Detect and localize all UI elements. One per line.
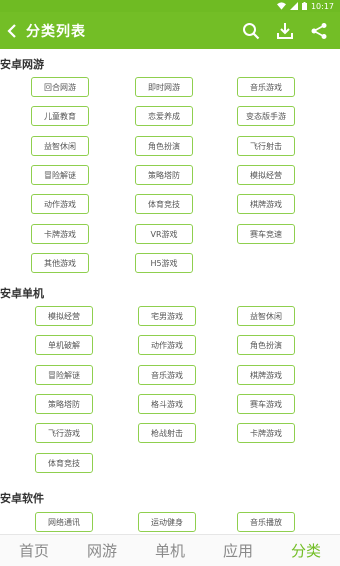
battery-icon [301,2,307,10]
category-tag[interactable]: 音乐游戏 [138,365,196,385]
category-tag[interactable]: 角色扮演 [237,335,295,355]
category-tag[interactable]: 音乐游戏 [237,77,295,97]
category-tag[interactable]: 变态版手游 [237,106,295,126]
category-tag[interactable]: 益智休闲 [237,306,295,326]
category-tag[interactable]: 动作游戏 [138,335,196,355]
category-tag[interactable]: 棋牌游戏 [237,194,295,214]
category-tag[interactable]: 体育竞技 [35,453,93,473]
share-icon [311,22,327,39]
category-tag[interactable]: H5游戏 [135,253,193,273]
category-tag[interactable]: 赛车竞速 [237,224,295,244]
back-button[interactable] [2,12,22,49]
category-tag[interactable]: 飞行游戏 [35,423,93,443]
bottom-nav-item[interactable]: 分类 [272,540,340,561]
category-tag[interactable]: 飞行射击 [237,136,295,156]
category-tag[interactable]: 策略塔防 [135,165,193,185]
bottom-nav-item[interactable]: 应用 [204,540,272,561]
category-tag[interactable]: 模拟经营 [237,165,295,185]
category-tag[interactable]: 棋牌游戏 [237,365,295,385]
category-tag[interactable]: 动作游戏 [31,194,89,214]
category-tag[interactable]: 回合网游 [31,77,89,97]
category-tag[interactable]: 策略塔防 [35,394,93,414]
category-tag[interactable]: 其他游戏 [31,253,89,273]
category-tag[interactable]: 儿童教育 [31,106,89,126]
category-tag[interactable]: 即时网游 [135,77,193,97]
bottom-nav: 首页 网游 单机 应用 分类 [0,534,340,566]
section-title: 安卓网游 [0,58,44,71]
status-time: 10:17 [310,1,334,11]
category-tag[interactable]: 枪战射击 [138,423,196,443]
category-tag[interactable]: 宅男游戏 [138,306,196,326]
search-icon [243,22,260,39]
category-tag[interactable]: 益智休闲 [31,136,89,156]
chevron-left-icon [7,23,16,38]
category-tag[interactable]: 卡牌游戏 [31,224,89,244]
category-tag[interactable]: 赛车游戏 [237,394,295,414]
bottom-nav-item[interactable]: 单机 [136,540,204,561]
download-button[interactable] [274,20,296,42]
wifi-icon [276,2,286,10]
category-tag[interactable]: 体育竞技 [135,194,193,214]
bottom-nav-item[interactable]: 网游 [68,540,136,561]
category-tag[interactable]: 运动健身 [138,512,196,532]
download-icon [277,22,293,39]
category-tag[interactable]: 冒险解谜 [31,165,89,185]
bottom-nav-item[interactable]: 首页 [0,540,68,561]
category-tag[interactable]: 格斗游戏 [138,394,196,414]
category-tag[interactable]: VR游戏 [135,224,193,244]
share-button[interactable] [308,20,330,42]
category-tag[interactable]: 卡牌游戏 [237,423,295,443]
page-title: 分类列表 [26,23,86,40]
category-list: 安卓网游 回合网游 即时网游 音乐游戏 儿童教育 恋爱养成 变态版手游 益智休闲 角色扮演 飞行射… [0,49,340,537]
section-title: 安卓单机 [0,287,44,300]
section-title: 安卓软件 [0,492,44,505]
category-tag[interactable]: 角色扮演 [135,136,193,156]
category-tag[interactable]: 网络通讯 [35,512,93,532]
signal-icon [289,2,298,10]
status-bar: 10:17 [0,0,340,12]
category-tag[interactable]: 恋爱养成 [135,106,193,126]
category-tag[interactable]: 音乐播放 [237,512,295,532]
category-tag[interactable]: 单机破解 [35,335,93,355]
category-tag[interactable]: 模拟经营 [35,306,93,326]
app-bar: 分类列表 [0,12,340,49]
category-tag[interactable]: 冒险解谜 [35,365,93,385]
search-button[interactable] [240,20,262,42]
